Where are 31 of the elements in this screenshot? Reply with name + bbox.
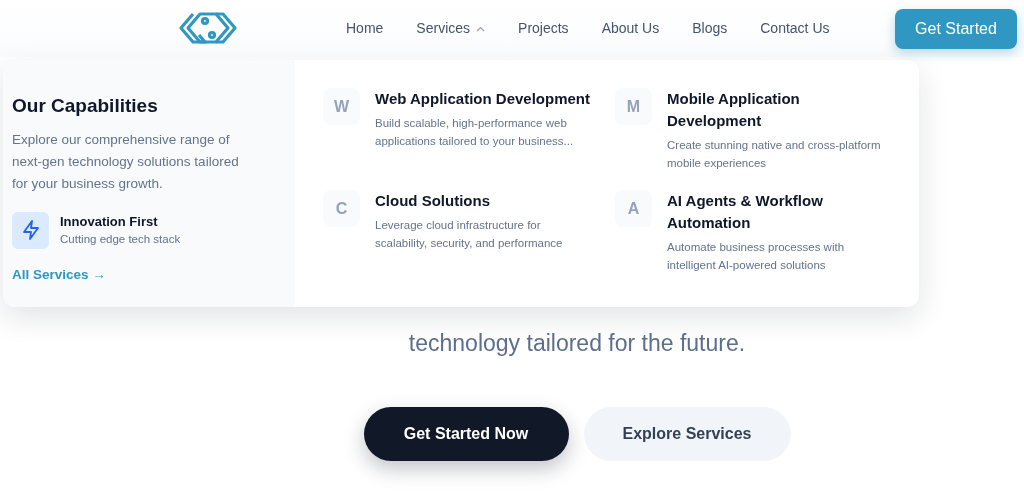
feature-title: Innovation First xyxy=(60,213,159,231)
panel-description: Explore our comprehensive range of next-gen technology solutions tailored for your business growth. xyxy=(12,130,240,193)
nav-link[interactable]: About Us xyxy=(601,18,660,39)
letter-icon: C xyxy=(323,190,360,227)
service-title: Mobile Application Development xyxy=(667,89,801,131)
service-item[interactable]: C Cloud Solutions Leverage cloud infrastructure for scalability, security, and performance xyxy=(323,190,607,274)
letter-icon: M xyxy=(615,88,652,125)
feature-subtitle: Cutting edge tech stack xyxy=(60,232,181,247)
nav-link[interactable]: Projects xyxy=(518,18,569,39)
get-started-now-button[interactable]: Get Started Now xyxy=(363,407,569,461)
explore-services-button[interactable]: Explore Services xyxy=(583,407,791,461)
lightning-icon xyxy=(12,211,49,249)
service-title: Web Application Development xyxy=(375,89,592,109)
letter-icon: W xyxy=(323,88,360,125)
nav-link[interactable]: Blogs xyxy=(692,18,728,39)
service-item[interactable]: A AI Agents & Workflow Automation Automate business processes with intelligent AI-powered solutions xyxy=(615,190,899,274)
hero-tagline: technology tailored for the future. xyxy=(408,329,746,358)
letter-icon: A xyxy=(615,190,652,227)
service-title: AI Agents & Workflow Automation xyxy=(667,191,824,233)
service-title: Cloud Solutions xyxy=(375,191,491,211)
logo-icon[interactable] xyxy=(178,10,238,45)
services-menu[interactable]: Services xyxy=(416,18,486,39)
service-description: Build scalable, high-performance web applications tailored to your business... xyxy=(375,116,575,149)
service-description: Automate business processes with intelligent AI-powered solutions xyxy=(667,240,846,273)
panel-title: Our Capabilities xyxy=(12,94,159,118)
service-description: Leverage cloud infrastructure for scalability, security, and performance xyxy=(375,218,564,251)
service-description: Create stunning native and cross-platform mobile experiences xyxy=(667,138,882,171)
service-item[interactable]: W Web Application Development Build scalable, high-performance web applications tailored to your business... xyxy=(323,88,607,172)
nav-link[interactable]: Home xyxy=(346,18,384,39)
service-item[interactable]: M Mobile Application Development Create stunning native and cross-platform mobile experiences xyxy=(615,88,899,172)
nav-link[interactable]: Contact Us xyxy=(760,18,830,39)
